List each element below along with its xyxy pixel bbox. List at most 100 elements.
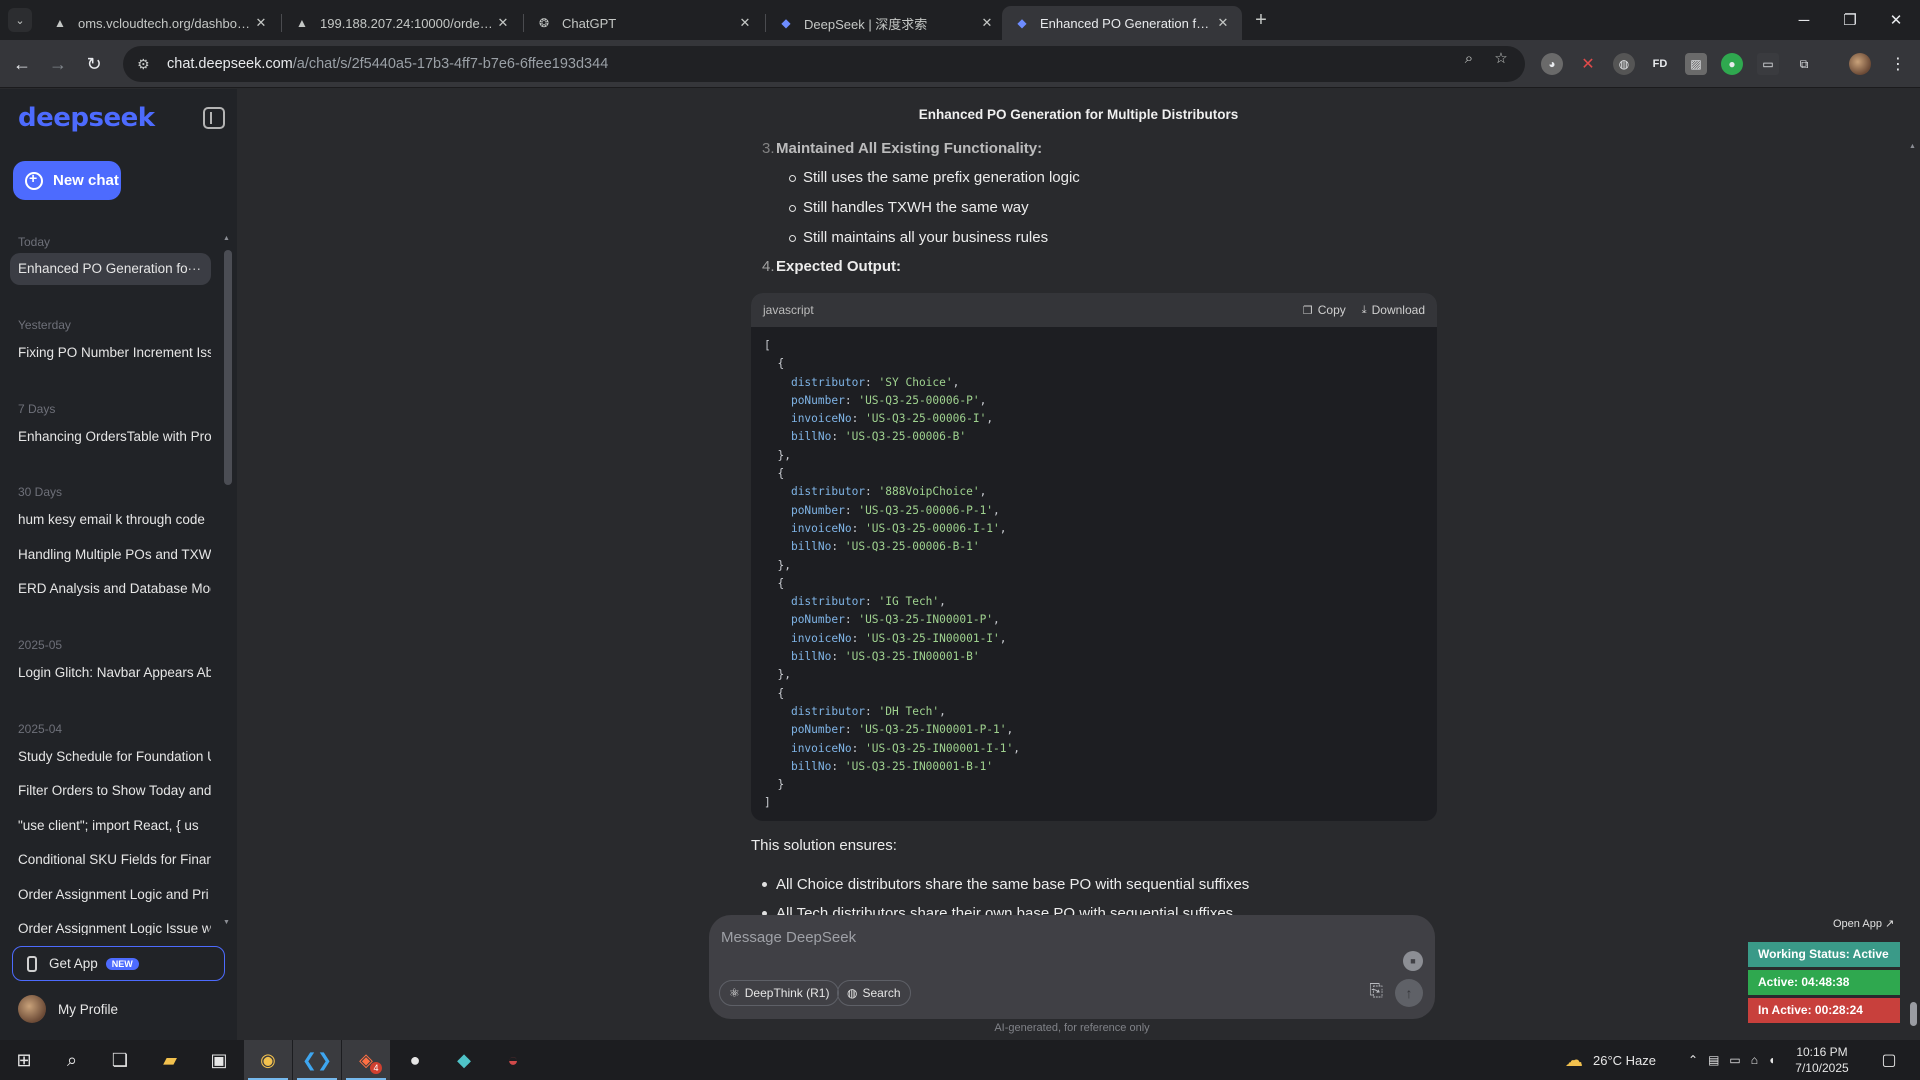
forward-button[interactable]: → [44, 50, 72, 78]
minimize-window-button[interactable]: ─ [1781, 0, 1827, 40]
system-tray[interactable]: ⌃ ▤ ▭ ⌂ ◖ [1688, 1040, 1785, 1080]
vercel-triangle-icon: ▲ [54, 16, 66, 30]
history-item-active[interactable]: Enhanced PO Generation fo ··· [10, 253, 211, 285]
browser-tab-1[interactable]: ▲ oms.vcloudtech.org/dashboard ✕ [40, 6, 280, 40]
history-item[interactable]: Enhancing OrdersTable with Prof [10, 421, 211, 453]
close-tab-icon[interactable]: ✕ [978, 15, 996, 31]
copy-icon: ❐ [1302, 304, 1313, 317]
app-dolphin-icon[interactable]: ◒ [489, 1040, 537, 1080]
extension-cast-icon[interactable]: ▭ [1757, 53, 1779, 75]
code-block: javascript ❐ Copy ⤓ Download [ { distribut… [751, 293, 1437, 821]
weather-widget[interactable]: ☁ 26°C Haze [1565, 1040, 1656, 1080]
history-item[interactable]: ERD Analysis and Database Mod [10, 573, 211, 605]
browser-tab-2[interactable]: ▲ 199.188.207.24:10000/orders/6 ✕ [282, 6, 522, 40]
browser-tab-4[interactable]: ◆ DeepSeek | 深度求索 ✕ [766, 6, 1006, 40]
new-tab-button[interactable]: + [1247, 9, 1275, 33]
collapse-sidebar-icon[interactable] [203, 107, 225, 129]
history-section-7days: 7 Days [18, 402, 56, 416]
chrome-icon[interactable]: ◉ [244, 1040, 292, 1080]
extension-image-icon[interactable]: ▨ [1685, 53, 1707, 75]
clock[interactable]: 10:16 PM 7/10/2025 [1790, 1044, 1854, 1076]
weather-haze-icon: ☁ [1565, 1049, 1583, 1070]
phone-icon [27, 955, 37, 972]
deepseek-whale-icon: ◆ [781, 16, 791, 30]
task-view-icon[interactable]: ❏ [96, 1040, 144, 1080]
sidebar-scrollbar[interactable] [224, 250, 232, 485]
reload-button[interactable]: ↻ [80, 50, 108, 78]
security-icon[interactable]: ▤ [1708, 1053, 1729, 1067]
vscode-icon[interactable]: ❮❯ [293, 1040, 341, 1080]
history-item[interactable]: "use client"; import React, { us [10, 810, 211, 842]
extension-green-icon[interactable]: ● [1721, 53, 1743, 75]
history-item[interactable]: Handling Multiple POs and TXW [10, 539, 211, 571]
extension-mask-icon[interactable]: ◕ [1541, 53, 1563, 75]
extensions-puzzle-icon[interactable]: ⧉ [1793, 53, 1815, 75]
history-item[interactable]: Login Glitch: Navbar Appears Ab [10, 657, 211, 689]
copy-code-button[interactable]: ❐ Copy [1303, 303, 1346, 317]
restore-window-button[interactable]: ❐ [1827, 0, 1873, 40]
extension-fd-icon[interactable]: FD [1649, 53, 1671, 75]
browser-tab-5-active[interactable]: ◆ Enhanced PO Generation for M ✕ [1002, 6, 1242, 40]
message-composer[interactable]: Message DeepSeek ■ ⚛ DeepThink (R1) ◍ Se… [709, 915, 1435, 1019]
extension-globe-icon[interactable]: ◍ [1613, 53, 1635, 75]
download-code-button[interactable]: ⤓ Download [1362, 303, 1425, 317]
back-button[interactable]: ← [8, 50, 36, 78]
close-tab-icon[interactable]: ✕ [1214, 15, 1232, 31]
close-tab-icon[interactable]: ✕ [494, 15, 512, 31]
history-item[interactable]: Fixing PO Number Increment Iss [10, 337, 211, 369]
send-button[interactable]: ↑ [1395, 979, 1423, 1007]
app-diamond-icon[interactable]: ◆ [440, 1040, 488, 1080]
network-icon[interactable]: ⌂ [1751, 1053, 1768, 1067]
my-profile-button[interactable]: My Profile [18, 995, 118, 1023]
history-section-today: Today [18, 235, 51, 249]
list-step-4: 4.Expected Output: [762, 258, 902, 275]
ai-disclaimer: AI-generated, for reference only [994, 1022, 1150, 1034]
windows-start-icon[interactable]: ⊞ [0, 1040, 48, 1080]
close-tab-icon[interactable]: ✕ [736, 15, 754, 31]
history-item[interactable]: Conditional SKU Fields for Finan [10, 844, 211, 876]
history-item[interactable]: Study Schedule for Foundation U [10, 741, 211, 773]
tab-search-button[interactable]: ⌄ [8, 8, 32, 32]
search-icon[interactable]: ⌕ [48, 1040, 96, 1080]
sidebar-scroll-down-icon[interactable]: ▼ [223, 919, 230, 926]
volume-icon[interactable]: ◖ [1768, 1053, 1785, 1067]
main-scrollbar[interactable] [1910, 1002, 1917, 1026]
sidebar-scroll-up-icon[interactable]: ▲ [223, 235, 230, 242]
chevron-up-icon[interactable]: ⌃ [1688, 1053, 1708, 1067]
attach-file-icon[interactable]: ⎘ [1369, 981, 1383, 1001]
main-scroll-up-icon[interactable]: ▲ [1909, 143, 1916, 150]
assistant-bot-icon[interactable]: ■ [1403, 951, 1423, 971]
notifications-icon[interactable]: ▢ [1865, 1040, 1913, 1080]
code-content: [ { distributor: 'SY Choice', poNumber: … [764, 339, 1020, 810]
get-app-button[interactable]: Get App NEW [12, 946, 225, 981]
close-window-button[interactable]: ✕ [1873, 0, 1919, 40]
deepthink-toggle[interactable]: ⚛ DeepThink (R1) [719, 980, 840, 1006]
history-item[interactable]: Order Assignment Logic Issue w [10, 913, 211, 935]
active-time-bar: Active: 04:48:38 [1748, 970, 1900, 995]
message-input[interactable]: Message DeepSeek [721, 929, 856, 946]
search-toggle[interactable]: ◍ Search [837, 980, 911, 1006]
bookmark-star-icon[interactable]: ☆ [1491, 49, 1511, 69]
chrome-menu-icon[interactable]: ⋮ [1887, 53, 1909, 75]
history-item[interactable]: hum kesy email k through code [10, 504, 211, 536]
address-bar[interactable]: ⚙ chat.deepseek.com/a/chat/s/2f5440a5-17… [123, 46, 1525, 82]
history-item[interactable]: Filter Orders to Show Today and [10, 775, 211, 807]
browser-tab-3[interactable]: ❂ ChatGPT ✕ [524, 6, 764, 40]
store-icon[interactable]: ▣ [195, 1040, 243, 1080]
battery-icon[interactable]: ▭ [1729, 1053, 1750, 1067]
mongodb-compass-icon[interactable]: ● [391, 1040, 439, 1080]
zoom-icon[interactable]: ⌕ [1459, 49, 1479, 69]
new-chat-button[interactable]: New chat [13, 161, 121, 200]
new-badge: NEW [105, 957, 139, 970]
close-tab-icon[interactable]: ✕ [252, 15, 270, 31]
arrow-up-icon: ↑ [1405, 985, 1413, 1001]
history-item[interactable]: Order Assignment Logic and Pri [10, 879, 211, 911]
file-explorer-icon[interactable]: ▰ [146, 1040, 194, 1080]
more-options-icon[interactable]: ··· [188, 253, 202, 285]
profile-avatar[interactable] [1849, 53, 1871, 75]
open-app-link[interactable]: Open App ↗ [1833, 917, 1894, 930]
atom-icon: ⚛ [729, 986, 740, 1000]
extension-close-icon[interactable]: ✕ [1577, 53, 1599, 75]
zoom-app-icon[interactable]: ◈ 4 [342, 1040, 390, 1080]
site-info-icon[interactable]: ⚙ [137, 56, 155, 73]
